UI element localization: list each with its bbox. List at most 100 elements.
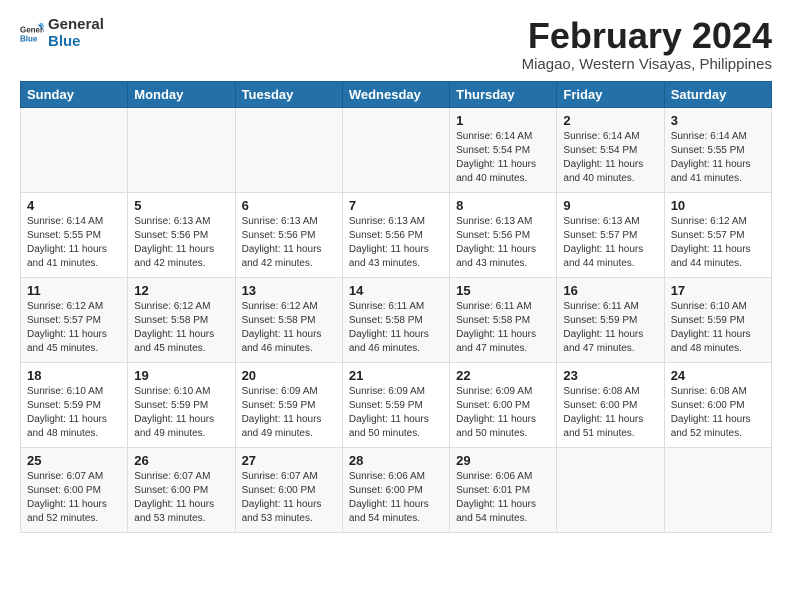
calendar-cell bbox=[664, 447, 771, 532]
day-number: 21 bbox=[349, 368, 443, 383]
day-info: Sunrise: 6:13 AM Sunset: 5:57 PM Dayligh… bbox=[563, 215, 657, 271]
day-info: Sunrise: 6:12 AM Sunset: 5:58 PM Dayligh… bbox=[134, 300, 228, 356]
calendar-cell: 4 Sunrise: 6:14 AM Sunset: 5:55 PM Daylig… bbox=[21, 192, 128, 277]
calendar-cell bbox=[235, 107, 342, 192]
day-number: 16 bbox=[563, 283, 657, 298]
day-info: Sunrise: 6:08 AM Sunset: 6:00 PM Dayligh… bbox=[563, 385, 657, 441]
day-info: Sunrise: 6:09 AM Sunset: 5:59 PM Dayligh… bbox=[242, 385, 336, 441]
calendar-cell: 12 Sunrise: 6:12 AM Sunset: 5:58 PM Dayli… bbox=[128, 277, 235, 362]
calendar-cell: 6 Sunrise: 6:13 AM Sunset: 5:56 PM Daylig… bbox=[235, 192, 342, 277]
page-header: General Blue General Blue February 2024 … bbox=[20, 16, 772, 73]
svg-text:Blue: Blue bbox=[20, 35, 38, 44]
calendar-cell bbox=[342, 107, 449, 192]
day-number: 20 bbox=[242, 368, 336, 383]
title-block: February 2024 Miagao, Western Visayas, P… bbox=[522, 16, 772, 73]
day-info: Sunrise: 6:11 AM Sunset: 5:59 PM Dayligh… bbox=[563, 300, 657, 356]
header-thursday: Thursday bbox=[450, 81, 557, 107]
day-info: Sunrise: 6:14 AM Sunset: 5:55 PM Dayligh… bbox=[671, 130, 765, 186]
day-info: Sunrise: 6:13 AM Sunset: 5:56 PM Dayligh… bbox=[456, 215, 550, 271]
day-info: Sunrise: 6:11 AM Sunset: 5:58 PM Dayligh… bbox=[349, 300, 443, 356]
day-number: 1 bbox=[456, 113, 550, 128]
calendar-body: 1 Sunrise: 6:14 AM Sunset: 5:54 PM Daylig… bbox=[21, 107, 772, 532]
day-number: 17 bbox=[671, 283, 765, 298]
logo-line2: Blue bbox=[48, 33, 104, 50]
calendar-week-4: 18Sunrise: 6:10 AM Sunset: 5:59 PM Dayli… bbox=[21, 362, 772, 447]
calendar-week-1: 1 Sunrise: 6:14 AM Sunset: 5:54 PM Daylig… bbox=[21, 107, 772, 192]
calendar-cell: 21 Sunrise: 6:09 AM Sunset: 5:59 PM Dayli… bbox=[342, 362, 449, 447]
logo: General Blue General Blue bbox=[20, 16, 104, 51]
header-tuesday: Tuesday bbox=[235, 81, 342, 107]
calendar-table: SundayMondayTuesdayWednesdayThursdayFrid… bbox=[20, 81, 772, 533]
calendar-cell: 2Sunrise: 6:14 AM Sunset: 5:54 PM Daylig… bbox=[557, 107, 664, 192]
day-info: Sunrise: 6:12 AM Sunset: 5:58 PM Dayligh… bbox=[242, 300, 336, 356]
logo-line1: General bbox=[48, 16, 104, 33]
calendar-cell: 26Sunrise: 6:07 AM Sunset: 6:00 PM Dayli… bbox=[128, 447, 235, 532]
day-info: Sunrise: 6:10 AM Sunset: 5:59 PM Dayligh… bbox=[671, 300, 765, 356]
day-number: 6 bbox=[242, 198, 336, 213]
day-info: Sunrise: 6:13 AM Sunset: 5:56 PM Dayligh… bbox=[242, 215, 336, 271]
header-monday: Monday bbox=[128, 81, 235, 107]
calendar-cell: 20 Sunrise: 6:09 AM Sunset: 5:59 PM Dayli… bbox=[235, 362, 342, 447]
day-info: Sunrise: 6:09 AM Sunset: 6:00 PM Dayligh… bbox=[456, 385, 550, 441]
calendar-cell bbox=[21, 107, 128, 192]
calendar-cell: 25 Sunrise: 6:07 AM Sunset: 6:00 PM Dayli… bbox=[21, 447, 128, 532]
day-info: Sunrise: 6:14 AM Sunset: 5:54 PM Dayligh… bbox=[563, 130, 657, 186]
day-info: Sunrise: 6:14 AM Sunset: 5:54 PM Dayligh… bbox=[456, 130, 550, 186]
day-number: 7 bbox=[349, 198, 443, 213]
calendar-cell bbox=[128, 107, 235, 192]
calendar-cell: 22Sunrise: 6:09 AM Sunset: 6:00 PM Dayli… bbox=[450, 362, 557, 447]
header-saturday: Saturday bbox=[664, 81, 771, 107]
calendar-cell: 29 Sunrise: 6:06 AM Sunset: 6:01 PM Dayli… bbox=[450, 447, 557, 532]
day-info: Sunrise: 6:10 AM Sunset: 5:59 PM Dayligh… bbox=[134, 385, 228, 441]
day-number: 14 bbox=[349, 283, 443, 298]
calendar-cell: 8 Sunrise: 6:13 AM Sunset: 5:56 PM Daylig… bbox=[450, 192, 557, 277]
calendar-cell: 27 Sunrise: 6:07 AM Sunset: 6:00 PM Dayli… bbox=[235, 447, 342, 532]
calendar-cell: 18Sunrise: 6:10 AM Sunset: 5:59 PM Dayli… bbox=[21, 362, 128, 447]
day-info: Sunrise: 6:10 AM Sunset: 5:59 PM Dayligh… bbox=[27, 385, 121, 441]
day-info: Sunrise: 6:13 AM Sunset: 5:56 PM Dayligh… bbox=[349, 215, 443, 271]
day-number: 25 bbox=[27, 453, 121, 468]
day-number: 15 bbox=[456, 283, 550, 298]
calendar-cell: 11 Sunrise: 6:12 AM Sunset: 5:57 PM Dayli… bbox=[21, 277, 128, 362]
day-info: Sunrise: 6:08 AM Sunset: 6:00 PM Dayligh… bbox=[671, 385, 765, 441]
day-number: 12 bbox=[134, 283, 228, 298]
calendar-cell: 10 Sunrise: 6:12 AM Sunset: 5:57 PM Dayli… bbox=[664, 192, 771, 277]
day-number: 27 bbox=[242, 453, 336, 468]
day-info: Sunrise: 6:07 AM Sunset: 6:00 PM Dayligh… bbox=[27, 470, 121, 526]
calendar-cell: 28Sunrise: 6:06 AM Sunset: 6:00 PM Dayli… bbox=[342, 447, 449, 532]
day-info: Sunrise: 6:09 AM Sunset: 5:59 PM Dayligh… bbox=[349, 385, 443, 441]
day-number: 10 bbox=[671, 198, 765, 213]
calendar-week-2: 4 Sunrise: 6:14 AM Sunset: 5:55 PM Daylig… bbox=[21, 192, 772, 277]
calendar-cell: 5Sunrise: 6:13 AM Sunset: 5:56 PM Daylig… bbox=[128, 192, 235, 277]
calendar-cell: 14 Sunrise: 6:11 AM Sunset: 5:58 PM Dayli… bbox=[342, 277, 449, 362]
calendar-cell: 17 Sunrise: 6:10 AM Sunset: 5:59 PM Dayli… bbox=[664, 277, 771, 362]
location-subtitle: Miagao, Western Visayas, Philippines bbox=[522, 56, 772, 73]
day-info: Sunrise: 6:12 AM Sunset: 5:57 PM Dayligh… bbox=[671, 215, 765, 271]
day-number: 5 bbox=[134, 198, 228, 213]
day-number: 11 bbox=[27, 283, 121, 298]
day-number: 13 bbox=[242, 283, 336, 298]
day-number: 29 bbox=[456, 453, 550, 468]
calendar-cell: 1 Sunrise: 6:14 AM Sunset: 5:54 PM Daylig… bbox=[450, 107, 557, 192]
month-title: February 2024 bbox=[522, 16, 772, 56]
header-friday: Friday bbox=[557, 81, 664, 107]
day-info: Sunrise: 6:07 AM Sunset: 6:00 PM Dayligh… bbox=[242, 470, 336, 526]
day-info: Sunrise: 6:12 AM Sunset: 5:57 PM Dayligh… bbox=[27, 300, 121, 356]
day-number: 19 bbox=[134, 368, 228, 383]
day-info: Sunrise: 6:06 AM Sunset: 6:00 PM Dayligh… bbox=[349, 470, 443, 526]
header-wednesday: Wednesday bbox=[342, 81, 449, 107]
day-number: 9 bbox=[563, 198, 657, 213]
calendar-cell: 23 Sunrise: 6:08 AM Sunset: 6:00 PM Dayli… bbox=[557, 362, 664, 447]
calendar-week-3: 11 Sunrise: 6:12 AM Sunset: 5:57 PM Dayli… bbox=[21, 277, 772, 362]
day-number: 24 bbox=[671, 368, 765, 383]
calendar-cell: 19 Sunrise: 6:10 AM Sunset: 5:59 PM Dayli… bbox=[128, 362, 235, 447]
day-number: 4 bbox=[27, 198, 121, 213]
day-number: 23 bbox=[563, 368, 657, 383]
day-info: Sunrise: 6:06 AM Sunset: 6:01 PM Dayligh… bbox=[456, 470, 550, 526]
calendar-cell: 7 Sunrise: 6:13 AM Sunset: 5:56 PM Daylig… bbox=[342, 192, 449, 277]
calendar-cell: 9 Sunrise: 6:13 AM Sunset: 5:57 PM Daylig… bbox=[557, 192, 664, 277]
day-info: Sunrise: 6:14 AM Sunset: 5:55 PM Dayligh… bbox=[27, 215, 121, 271]
calendar-cell: 13 Sunrise: 6:12 AM Sunset: 5:58 PM Dayli… bbox=[235, 277, 342, 362]
calendar-cell bbox=[557, 447, 664, 532]
day-number: 8 bbox=[456, 198, 550, 213]
